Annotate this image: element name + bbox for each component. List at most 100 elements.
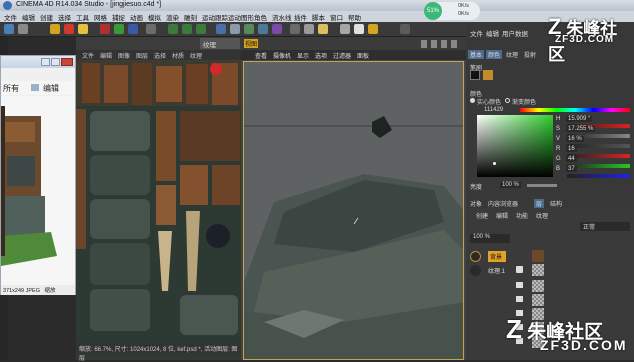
mode-tab-texture[interactable]: 纹理 [504,50,520,59]
axis-x-icon[interactable] [100,24,110,34]
menu-item[interactable]: 捕捉 [112,12,125,22]
render-icon[interactable] [168,24,178,34]
brush-preview[interactable] [470,70,480,80]
layer-menu-item[interactable]: 功能 [516,211,528,220]
texture-menu-item[interactable]: 图像 [118,51,130,60]
scale-icon[interactable] [64,24,74,34]
layer-menu-item[interactable]: 编辑 [496,211,508,220]
menu-item[interactable]: 窗口 [330,12,343,22]
axis-y-icon[interactable] [114,24,124,34]
opacity-field[interactable]: 100 % [470,234,510,243]
texture-menu-item[interactable]: 材质 [172,51,184,60]
menu-item[interactable]: 运动跟踪 [202,12,228,22]
rotate-icon[interactable] [78,24,88,34]
viewport-tab[interactable]: 视图 [244,39,258,48]
viewport-menu-item[interactable]: 面板 [357,51,369,60]
texture-menu-item[interactable]: 编辑 [100,51,112,60]
menu-item[interactable]: 选择 [58,12,71,22]
layer-row[interactable]: 纹理.1 [470,264,630,278]
layer-tab-objects[interactable]: 对象 [470,199,482,208]
menu-item[interactable]: 网格 [94,12,107,22]
slider-value[interactable]: 17.255 % [566,126,596,132]
solid-color-radio[interactable] [470,98,475,103]
visibility-icon[interactable] [516,296,523,302]
brush-icon[interactable] [368,24,378,34]
pen-icon[interactable] [230,24,240,34]
menu-item[interactable]: 脚本 [312,12,325,22]
menu-item[interactable]: 帮助 [348,12,361,22]
move-icon[interactable] [50,24,60,34]
minimize-button[interactable] [41,58,50,66]
undo-icon[interactable] [4,24,14,34]
attr-tab[interactable]: 文件 [470,28,483,38]
texture-tab[interactable]: 纹理 [200,38,240,49]
render-settings-icon[interactable] [196,24,206,34]
hue-bar[interactable] [520,108,630,112]
viewport-menu-item[interactable]: 查看 [255,51,267,60]
attr-tab[interactable]: 用户数据 [502,28,528,38]
texture-menu-item[interactable]: 选择 [154,51,166,60]
camera-icon[interactable] [304,24,314,34]
blend-mode-select[interactable]: 正常 [580,222,630,231]
select-icon[interactable] [18,24,28,34]
scene-icon[interactable] [290,24,300,34]
array-icon[interactable] [258,24,268,34]
cube-icon[interactable] [216,24,226,34]
visibility-icon[interactable] [516,282,523,288]
brightness-slider[interactable] [527,184,557,187]
zoom-label[interactable]: 缩放 [45,288,56,294]
axis-z-icon[interactable] [128,24,138,34]
texture-canvas[interactable] [76,61,241,360]
menu-item[interactable]: 雕刻 [184,12,197,22]
layer-menu-item[interactable]: 创建 [476,211,488,220]
paint-mode-icon[interactable] [354,24,364,34]
menu-item[interactable]: 工具 [76,12,89,22]
menu-item[interactable]: 文件 [4,12,17,22]
menu-item[interactable]: 流水线 [272,12,292,22]
viewport-nav-icons[interactable] [421,40,461,48]
attr-tab[interactable]: 编辑 [486,28,499,38]
menu-item[interactable]: 角色 [254,12,267,22]
brightness-value[interactable]: 100 % [500,182,522,188]
slider-value[interactable]: 44 [566,156,577,162]
gradient-color-radio[interactable] [505,98,510,103]
menu-item[interactable]: 渲染 [166,12,179,22]
viewport-menu-item[interactable]: 选项 [315,51,327,60]
mode-tab-color[interactable]: 颜色 [486,50,503,59]
menu-item[interactable]: 模拟 [148,12,161,22]
light-icon[interactable] [318,24,328,34]
brush-preset[interactable] [483,70,493,80]
texture-mode-icon[interactable] [340,24,350,34]
visibility-icon[interactable] [516,266,523,273]
deform-icon[interactable] [272,24,282,34]
hex-input[interactable]: 111429 [484,107,503,113]
color-slider[interactable] [567,174,630,178]
mode-tab-project[interactable]: 投射 [522,50,538,59]
coordinate-icon[interactable] [146,24,156,34]
3d-viewport-canvas[interactable] [243,61,464,360]
layout-icon[interactable] [400,24,410,34]
material-row[interactable]: 背景 [470,250,630,264]
close-button[interactable] [61,58,73,66]
menu-item[interactable]: 插件 [294,12,307,22]
slider-value[interactable]: 16 [566,146,577,152]
layer-name-field[interactable]: 背景 [488,251,506,262]
slider-value[interactable]: 16 % [566,136,584,142]
edit-button[interactable]: 编辑 [43,83,59,94]
layer-tab-content[interactable]: 内容浏览器 [488,199,518,208]
viewport-menu-item[interactable]: 显示 [297,51,309,60]
texture-menu-item[interactable]: 图层 [136,51,148,60]
slider-value[interactable]: 15.909 ° [566,116,593,122]
texture-menu-item[interactable]: 文件 [82,51,94,60]
layer-tab-structure[interactable]: 结构 [550,199,562,208]
viewport-menu-item[interactable]: 摄像机 [273,51,291,60]
subdivide-icon[interactable] [244,24,254,34]
menu-item[interactable]: 编辑 [22,12,35,22]
color-picker-square[interactable] [477,115,553,177]
texture-menu-item[interactable]: 纹理 [190,51,202,60]
slider-value[interactable]: 37 [566,166,577,172]
layer-menu-item[interactable]: 纹理 [536,211,548,220]
viewport-menu-item[interactable]: 过滤器 [333,51,351,60]
maximize-button[interactable] [51,58,60,66]
mode-tab-basic[interactable]: 基本 [468,50,485,59]
